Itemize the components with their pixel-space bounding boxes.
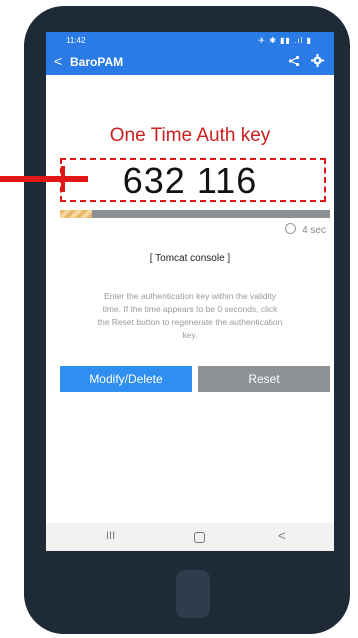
instructions-text: Enter the authentication key within the … — [97, 291, 283, 340]
phone-home-button[interactable] — [176, 570, 210, 618]
clock-icon — [285, 223, 297, 234]
phone-screen: 11:42 ✈ ✱ ▮▮ .ıl ▮ < BaroPAM One Time Au… — [46, 32, 334, 551]
highlight-arrow — [0, 176, 88, 182]
app-bar: < BaroPAM — [46, 50, 334, 75]
status-bar: 11:42 ✈ ✱ ▮▮ .ıl ▮ — [46, 32, 334, 50]
android-nav-bar: III < — [46, 523, 334, 551]
share-icon[interactable] — [288, 54, 300, 72]
service-label: [ Tomcat console ] — [149, 253, 231, 264]
remaining-time-label: 4 sec — [302, 225, 326, 236]
status-time: 11:42 — [66, 36, 86, 45]
app-title: BaroPAM — [70, 55, 124, 69]
validity-progress-bar — [60, 210, 330, 218]
recents-icon[interactable]: III — [106, 530, 115, 542]
remaining-time: 4 sec — [285, 223, 326, 236]
home-icon[interactable] — [194, 532, 205, 543]
status-indicators-icon: ✈ ✱ ▮▮ .ıl ▮ — [258, 36, 312, 45]
nav-back-icon[interactable]: < — [278, 528, 286, 543]
gear-icon[interactable] — [311, 54, 324, 72]
reset-button[interactable]: Reset — [198, 366, 330, 392]
back-icon[interactable]: < — [54, 53, 62, 69]
validity-progress-fill — [60, 210, 93, 218]
key-highlight-box — [60, 158, 326, 202]
auth-key-title: One Time Auth key — [109, 125, 271, 146]
highlight-arrow-cap — [61, 166, 65, 192]
modify-delete-button[interactable]: Modify/Delete — [60, 366, 192, 392]
